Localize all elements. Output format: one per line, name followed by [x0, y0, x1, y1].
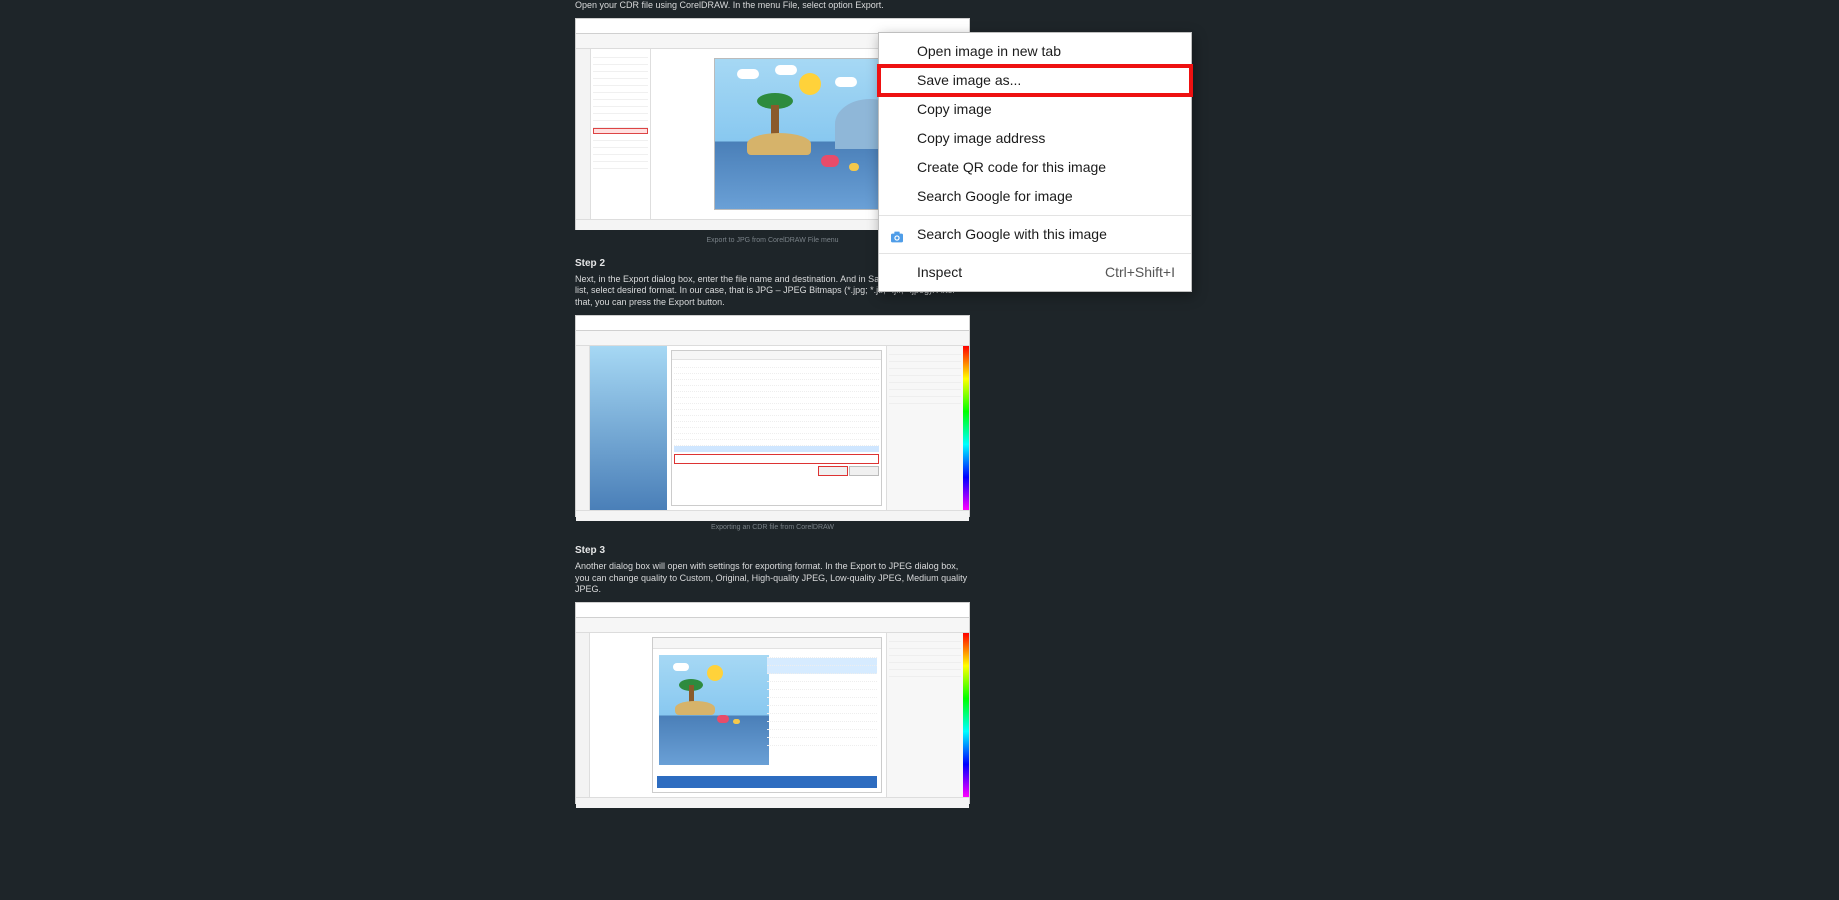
ctx-separator	[879, 253, 1191, 254]
ctx-item-label: Copy image address	[917, 130, 1045, 146]
ctx-item-label: Create QR code for this image	[917, 159, 1106, 175]
shot3-preview	[659, 655, 769, 765]
shot2-right-panel	[886, 346, 963, 510]
ctx-item-label: Inspect	[917, 264, 962, 280]
ctx-separator	[879, 215, 1191, 216]
ctx-save-image-as[interactable]: Save image as...	[879, 66, 1191, 95]
screenshot-2	[575, 315, 970, 517]
export-button-highlight	[818, 466, 848, 476]
ctx-shortcut: Ctrl+Shift+I	[1105, 258, 1175, 287]
step3-text: Another dialog box will open with settin…	[575, 561, 970, 596]
ctx-item-label: Search Google for image	[917, 188, 1073, 204]
ctx-copy-image-address[interactable]: Copy image address	[879, 124, 1191, 153]
shot3-right-panel	[886, 633, 963, 797]
ctx-item-label: Save image as...	[917, 72, 1021, 88]
save-as-type-highlight	[674, 454, 879, 464]
selected-format-row	[674, 446, 879, 452]
screenshot-3	[575, 602, 970, 804]
shot3-options	[767, 650, 877, 780]
shot1-tool-col	[576, 49, 591, 219]
camera-icon	[889, 226, 905, 242]
shot2-export-dialog	[671, 350, 882, 506]
context-menu: Open image in new tab Save image as... C…	[878, 32, 1192, 292]
caption-2: Exporting an CDR file from CorelDRAW	[575, 523, 970, 532]
ctx-copy-image[interactable]: Copy image	[879, 95, 1191, 124]
cancel-button	[849, 466, 879, 476]
ctx-item-label: Copy image	[917, 101, 992, 117]
step1-text: Open your CDR file using CorelDRAW. In t…	[575, 0, 970, 12]
shot1-file-menu	[591, 49, 651, 219]
ctx-open-image-new-tab[interactable]: Open image in new tab	[879, 37, 1191, 66]
ctx-create-qr-code[interactable]: Create QR code for this image	[879, 153, 1191, 182]
ctx-item-label: Search Google with this image	[917, 226, 1107, 242]
step3-title: Step 3	[575, 544, 970, 557]
shot3-bottom-bar	[657, 776, 877, 788]
color-bar	[963, 346, 969, 510]
shot3-export-jpeg-dialog	[652, 637, 882, 793]
ctx-search-google-for-image[interactable]: Search Google for image	[879, 182, 1191, 211]
shot2-file-type-list	[672, 360, 881, 464]
ctx-inspect[interactable]: Inspect Ctrl+Shift+I	[879, 258, 1191, 287]
shot2-canvas	[590, 346, 667, 510]
ctx-search-google-with-this-image[interactable]: Search Google with this image	[879, 220, 1191, 249]
ctx-item-label: Open image in new tab	[917, 43, 1061, 59]
